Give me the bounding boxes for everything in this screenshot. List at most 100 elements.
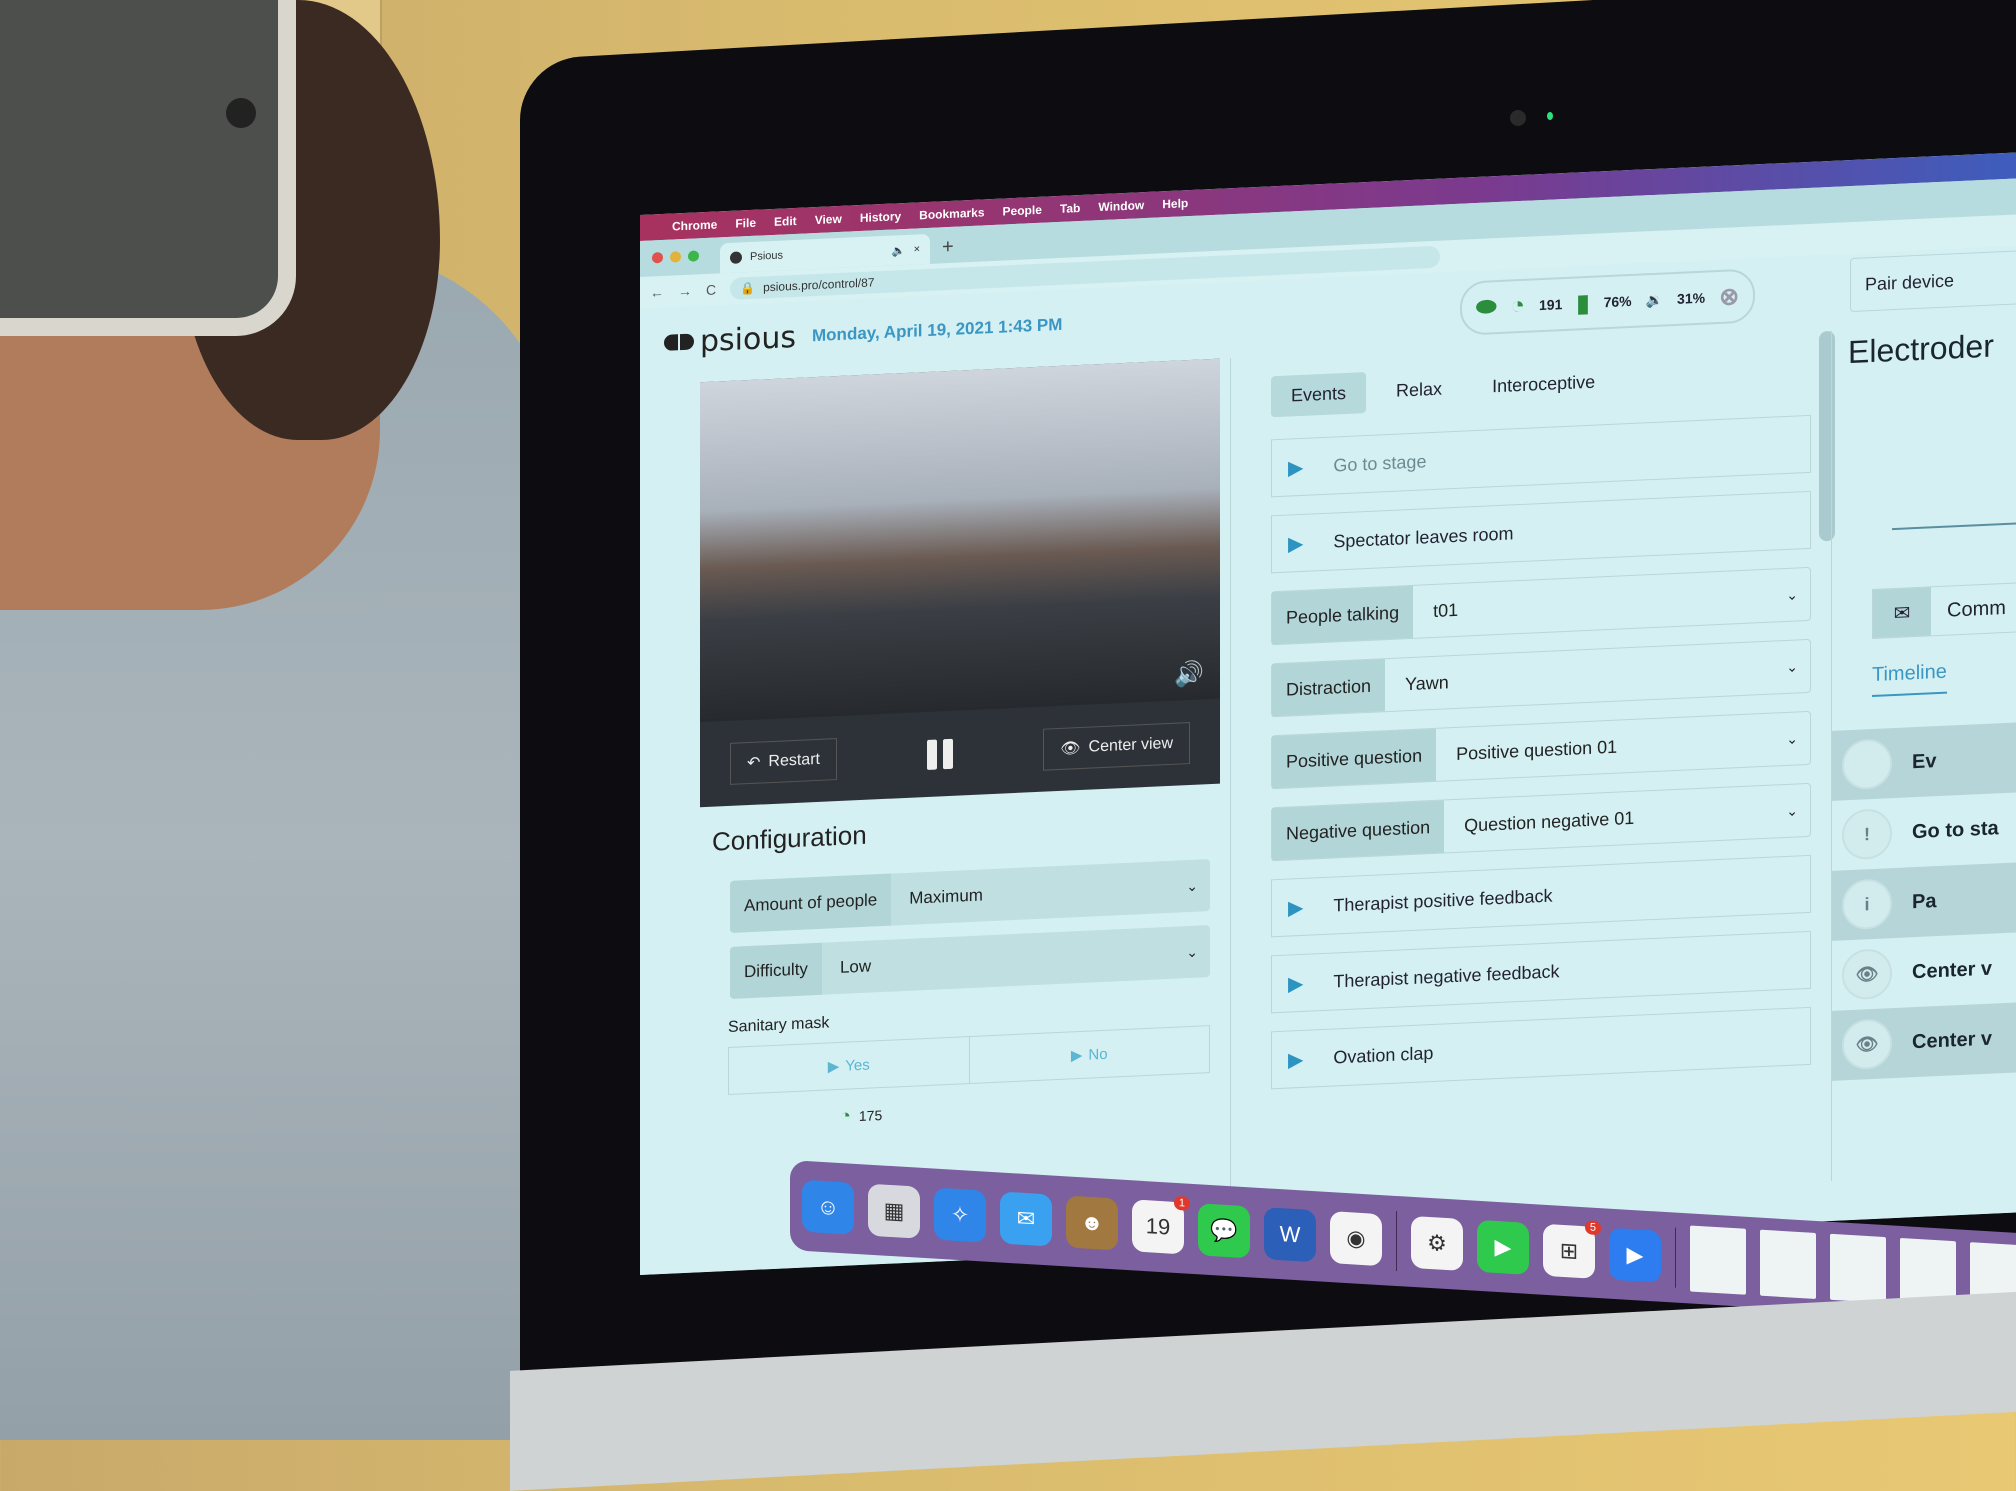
envelope-icon: ✉ [1873, 587, 1931, 639]
vr-headset [0, 0, 296, 336]
minimized-window-thumbnail[interactable] [1830, 1233, 1886, 1304]
menu-chrome[interactable]: Chrome [672, 217, 717, 233]
player-volume-icon[interactable]: 🔊 [1174, 659, 1204, 689]
therapist-negative-feedback-button[interactable]: ▶ Therapist negative feedback [1271, 930, 1811, 1014]
menu-help[interactable]: Help [1162, 196, 1188, 211]
tab-title: Psious [750, 249, 784, 264]
volume-icon: 🔉 [1645, 291, 1664, 308]
chevron-down-icon: ⌄ [1186, 943, 1198, 960]
restart-button[interactable]: ↶ Restart [730, 737, 837, 785]
menu-history[interactable]: History [860, 209, 901, 225]
chevron-down-icon: ⌄ [1786, 729, 1798, 747]
tab-audio-icon[interactable]: 🔈 [892, 243, 906, 257]
go-to-stage-button[interactable]: ▶ Go to stage [1271, 414, 1811, 498]
mask-no-button[interactable]: ▶ No [968, 1026, 1209, 1084]
dock-separator [1396, 1211, 1397, 1272]
people-talking-select[interactable]: People talking t01 ⌄ [1271, 566, 1811, 646]
bottom-fps: ◔ 175 [840, 1088, 1230, 1127]
electrodermal-title: Electroder [1848, 327, 1994, 371]
dock-app-zoom[interactable]: ▶ [1609, 1227, 1661, 1283]
dock-app-safari[interactable]: ✧ [934, 1187, 986, 1243]
webcam-icon [1510, 110, 1526, 126]
menu-tab[interactable]: Tab [1060, 201, 1080, 216]
vr-scene-preview[interactable] [700, 358, 1220, 723]
play-icon: ▶ [1288, 456, 1304, 480]
comment-field[interactable]: ✉ Comm [1872, 576, 2016, 640]
therapist-positive-feedback-button[interactable]: ▶ Therapist positive feedback [1271, 854, 1811, 938]
timeline-tab[interactable]: Timeline [1872, 660, 1947, 698]
window-controls [652, 250, 699, 264]
url-text: psious.pro/control/87 [763, 275, 875, 295]
vr-preview-player: 🔊 ↶ Restart 👁 Center view [700, 358, 1220, 808]
dock-app-finder[interactable]: ☺ [802, 1179, 854, 1235]
main-columns: 🔊 ↶ Restart 👁 Center view Configuration … [640, 321, 2016, 1235]
dock-app-messages[interactable]: 💬 [1198, 1203, 1250, 1259]
dock-app-facetime[interactable]: ▶ [1477, 1219, 1529, 1275]
select-value: Positive question 01 [1456, 736, 1618, 764]
dock-app-mail[interactable]: ✉ [1000, 1191, 1052, 1247]
chevron-down-icon: ⌄ [1186, 877, 1198, 894]
menu-view[interactable]: View [815, 212, 842, 227]
dock-app-word[interactable]: W [1264, 1207, 1316, 1263]
timeline-item: 👁 Center v [1832, 927, 2016, 1011]
select-value: t01 [1433, 599, 1459, 621]
tab-events[interactable]: Events [1271, 372, 1367, 418]
amount-of-people-select[interactable]: Amount of people Maximum ⌄ [730, 859, 1210, 933]
menu-people[interactable]: People [1003, 203, 1042, 219]
minimize-window-button[interactable] [670, 251, 681, 263]
comment-label: Comm [1947, 596, 2006, 622]
eye-icon: 👁 [1842, 1018, 1892, 1071]
chevron-down-icon: ⌄ [1786, 801, 1798, 819]
battery-icon: ▮ [1576, 289, 1590, 317]
psious-app: psious Monday, April 19, 2021 1:43 PM ⬬ … [640, 245, 2016, 1275]
dock-app-chrome[interactable]: ◉ [1330, 1211, 1382, 1267]
mask-no-label: No [1088, 1045, 1108, 1064]
eye-icon: 👁 [1842, 948, 1892, 1001]
menu-bookmarks[interactable]: Bookmarks [919, 205, 984, 222]
psious-logo-icon [664, 333, 694, 351]
center-view-button[interactable]: 👁 Center view [1043, 721, 1190, 771]
mask-yes-button[interactable]: ▶ Yes [729, 1037, 969, 1094]
screen: Chrome File Edit View History Bookmarks … [640, 151, 2016, 1275]
maximize-window-button[interactable] [688, 250, 699, 262]
menu-file[interactable]: File [735, 216, 756, 231]
distraction-select[interactable]: Distraction Yawn ⌄ [1271, 638, 1811, 718]
play-icon: ▶ [1288, 972, 1304, 996]
negative-question-select[interactable]: Negative question Question negative 01 ⌄ [1271, 782, 1811, 862]
minimized-window-thumbnail[interactable] [1690, 1225, 1746, 1295]
back-button[interactable]: ← [650, 284, 664, 301]
difficulty-select[interactable]: Difficulty Low ⌄ [730, 925, 1210, 999]
dock-app-utility[interactable]: ⚙ [1411, 1215, 1463, 1271]
tab-interoceptive[interactable]: Interoceptive [1472, 361, 1615, 408]
dock-app-launchpad[interactable]: ▦ [868, 1183, 920, 1239]
select-value: Maximum [909, 885, 983, 908]
tab-relax[interactable]: Relax [1376, 368, 1462, 413]
play-icon: ▶ [1288, 896, 1304, 920]
disconnect-button[interactable]: ⊗ [1719, 282, 1739, 312]
select-value: Yawn [1405, 671, 1449, 694]
device-status: ⬬ ◔ 191 ▮ 76% 🔉 31% ⊗ [1460, 268, 1756, 336]
dock-app-calendar[interactable]: 19 1 [1132, 1195, 1190, 1255]
close-window-button[interactable] [652, 251, 663, 264]
pair-device-button[interactable]: Pair device [1850, 247, 2016, 313]
event-label: Therapist positive feedback [1333, 885, 1553, 916]
menu-window[interactable]: Window [1098, 198, 1144, 214]
psious-logo: psious [664, 319, 796, 360]
fps-value: 191 [1539, 296, 1563, 314]
new-tab-button[interactable]: + [942, 236, 954, 260]
headset-logo-icon [226, 98, 256, 128]
tab-close-button[interactable]: × [914, 243, 920, 255]
info-icon: i [1842, 878, 1892, 931]
positive-question-select[interactable]: Positive question Positive question 01 ⌄ [1271, 710, 1811, 790]
menu-edit[interactable]: Edit [774, 214, 797, 229]
spectator-leaves-room-button[interactable]: ▶ Spectator leaves room [1271, 490, 1811, 574]
forward-button[interactable]: → [678, 283, 692, 300]
pause-button[interactable] [927, 738, 954, 770]
reload-button[interactable]: C [706, 282, 716, 298]
minimized-window-thumbnail[interactable] [1760, 1229, 1816, 1299]
timeline-event-icon [1842, 738, 1892, 791]
dock-app-contacts[interactable]: ☻ [1066, 1195, 1118, 1251]
timeline-item-label: Center v [1912, 1027, 1993, 1053]
ovation-clap-button[interactable]: ▶ Ovation clap [1271, 1006, 1811, 1090]
dock-app-microsoft-autoupdate[interactable]: ⊞ 5 [1543, 1220, 1601, 1279]
